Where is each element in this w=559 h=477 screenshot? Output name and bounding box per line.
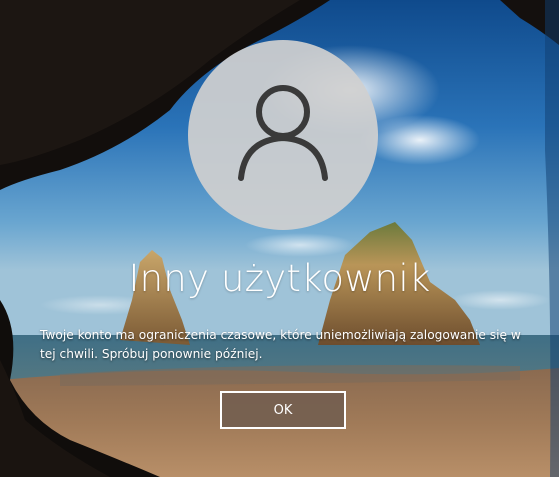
ok-button-label: OK [273, 402, 293, 418]
ok-button[interactable]: OK [220, 391, 346, 429]
user-silhouette-icon [233, 78, 333, 192]
sign-in-error-message: Twoje konto ma ograniczenia czasowe, któ… [40, 328, 521, 361]
username-title: Inny użytkownik [128, 257, 431, 300]
user-avatar [188, 40, 378, 230]
